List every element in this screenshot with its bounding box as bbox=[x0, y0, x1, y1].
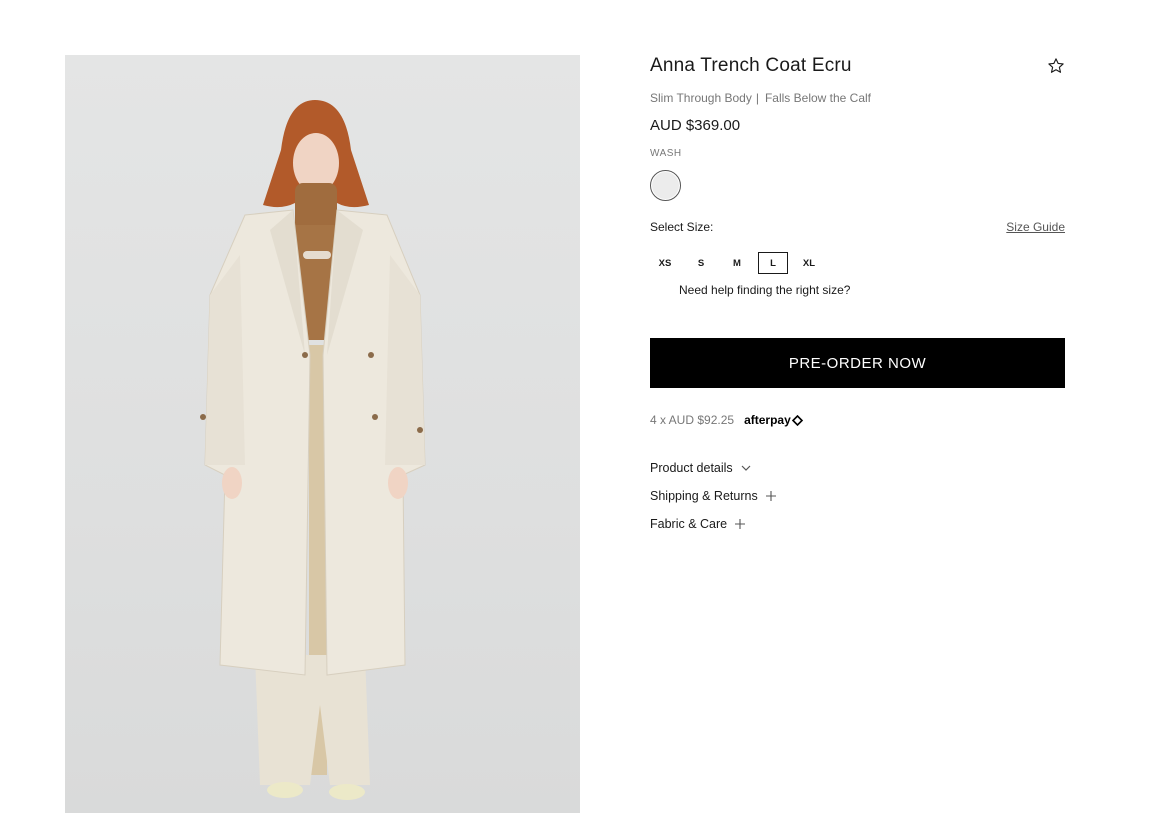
star-icon[interactable] bbox=[1047, 57, 1065, 75]
wash-swatch-ecru[interactable] bbox=[650, 170, 681, 201]
product-accordion: Product details Shipping & Returns Fabri… bbox=[650, 454, 1065, 538]
accordion-label: Shipping & Returns bbox=[650, 489, 758, 503]
size-option-xl[interactable]: XL bbox=[794, 252, 824, 274]
size-option-xs[interactable]: XS bbox=[650, 252, 680, 274]
fit-length: Falls Below the Calf bbox=[764, 91, 872, 105]
product-price: AUD $369.00 bbox=[650, 117, 741, 134]
accordion-label: Fabric & Care bbox=[650, 517, 728, 531]
size-option-s[interactable]: S bbox=[686, 252, 716, 274]
accordion-product-details[interactable]: Product details bbox=[650, 454, 1065, 482]
plus-icon bbox=[765, 491, 776, 501]
installment-text: 4 x AUD $92.25 bbox=[650, 413, 735, 427]
size-guide-link[interactable]: Size Guide bbox=[1006, 220, 1065, 234]
accordion-label: Product details bbox=[650, 461, 733, 475]
afterpay-loop-icon bbox=[791, 414, 803, 426]
title-row: Anna Trench Coat Ecru bbox=[650, 55, 1065, 77]
afterpay-installments: 4 x AUD $92.25 afterpay bbox=[650, 413, 1065, 427]
product-title: Anna Trench Coat Ecru bbox=[650, 55, 852, 76]
product-info-panel: Anna Trench Coat Ecru Slim Through Body |… bbox=[650, 55, 1065, 538]
size-options: XS S M L XL bbox=[650, 252, 1065, 274]
plus-icon bbox=[735, 519, 746, 529]
fit-description: Slim Through Body | Falls Below the Calf bbox=[650, 91, 1065, 105]
size-header: Select Size: Size Guide bbox=[650, 220, 1065, 234]
fit-body: Slim Through Body bbox=[650, 91, 752, 105]
model-wearing-trench-coat-illustration bbox=[200, 100, 426, 800]
afterpay-wordmark: afterpay bbox=[744, 413, 791, 427]
wash-label: WASH bbox=[650, 148, 682, 159]
chevron-down-icon bbox=[741, 465, 751, 471]
accordion-shipping-returns[interactable]: Shipping & Returns bbox=[650, 482, 1065, 510]
afterpay-logo[interactable]: afterpay bbox=[744, 413, 804, 427]
swatch-color bbox=[652, 172, 679, 199]
pre-order-button[interactable]: PRE-ORDER NOW bbox=[650, 338, 1065, 388]
size-option-m[interactable]: M bbox=[722, 252, 752, 274]
fit-separator: | bbox=[755, 91, 759, 105]
product-image[interactable] bbox=[65, 55, 580, 813]
select-size-label: Select Size: bbox=[650, 220, 714, 234]
size-option-l[interactable]: L bbox=[758, 252, 788, 274]
accordion-fabric-care[interactable]: Fabric & Care bbox=[650, 510, 1065, 538]
size-help-link[interactable]: Need help finding the right size? bbox=[679, 283, 1065, 297]
